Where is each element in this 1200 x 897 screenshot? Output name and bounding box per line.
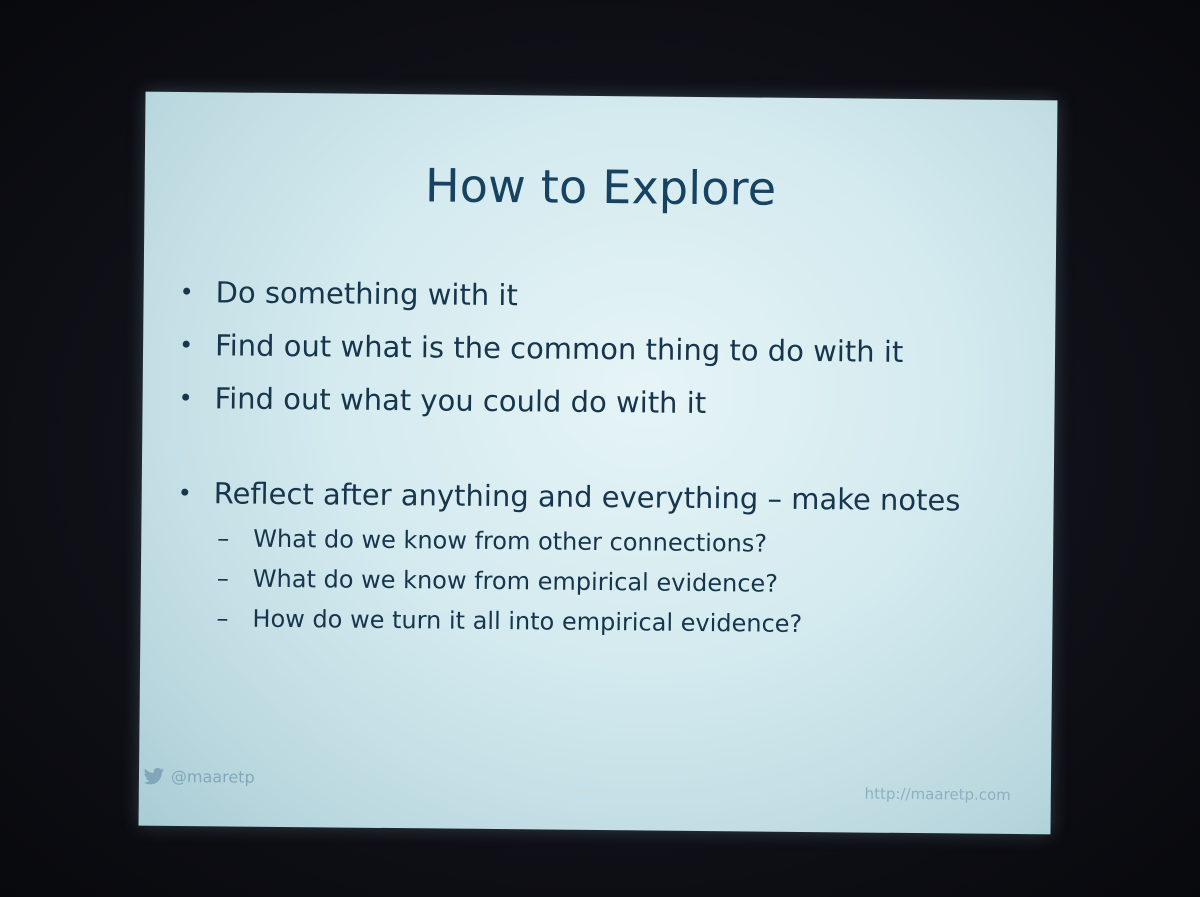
sub-bullet-text: How do we turn it all into empirical evi… — [252, 604, 803, 638]
bullet-text: Do something with it — [215, 275, 519, 313]
bullet-item: • Find out what you could do with it — [176, 378, 996, 427]
bullet-text: Find out what is the common thing to do … — [214, 328, 904, 369]
bullet-item: • Do something with it — [177, 272, 997, 321]
projection-room: How to Explore • Do something with it • … — [0, 0, 1200, 897]
sub-bullet-item: – How do we turn it all into empirical e… — [212, 598, 994, 646]
bullet-marker: • — [177, 478, 192, 508]
bullet-item: • Find out what is the common thing to d… — [177, 325, 997, 374]
footer-url: http://maaretp.com — [864, 784, 1011, 804]
bullet-marker: • — [178, 330, 194, 360]
sub-bullet-marker: – — [216, 604, 229, 633]
bullet-text: Find out what you could do with it — [214, 381, 707, 421]
sub-bullet-marker: – — [216, 564, 230, 593]
bullet-item-reflect: • Reflect after anything and everything … — [174, 473, 996, 646]
sub-bullet-marker: – — [217, 524, 230, 553]
sub-bullet-text: What do we know from other connections? — [253, 524, 768, 558]
bullet-marker: • — [178, 383, 193, 413]
projected-slide: How to Explore • Do something with it • … — [138, 91, 1058, 835]
sub-bullet-list: – What do we know from other connections… — [212, 518, 995, 646]
sub-bullet-text: What do we know from empirical evidence? — [252, 564, 779, 598]
twitter-handle-text: @maaretp — [170, 766, 255, 787]
bullet-list: • Do something with it • Find out what i… — [174, 272, 998, 658]
slide-title: How to Explore — [424, 158, 777, 216]
bullet-text: Reflect after anything and everything – … — [213, 476, 961, 518]
bullet-marker: • — [179, 277, 194, 307]
twitter-bird-icon — [143, 767, 165, 785]
footer-twitter-handle: @maaretp — [143, 767, 255, 787]
